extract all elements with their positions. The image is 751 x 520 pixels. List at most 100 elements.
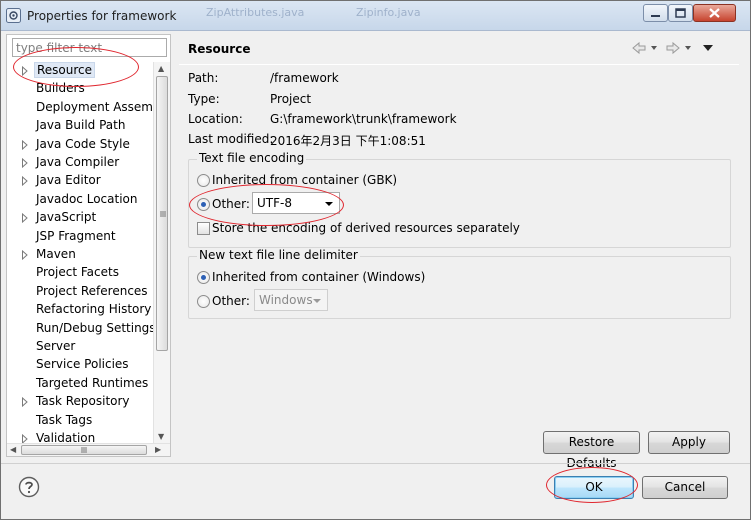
tree-item-label: Maven — [36, 247, 76, 261]
scroll-down-arrow-icon[interactable]: ▼ — [158, 432, 164, 442]
scroll-right-arrow-icon[interactable]: ▶ — [155, 445, 161, 455]
tree-item-label: Targeted Runtimes — [36, 376, 149, 390]
tree-item[interactable]: Maven — [7, 246, 153, 264]
background-tab: ZipAttributes.java — [206, 6, 305, 19]
delimiter-other-label[interactable]: Other: — [212, 294, 250, 308]
tree-item[interactable]: Java Build Path — [7, 117, 153, 135]
last-modified-value: 2016年2月3日 下午1:08:51 — [270, 134, 426, 148]
view-menu-icon[interactable] — [703, 45, 713, 51]
scroll-left-arrow-icon[interactable]: ◀ — [10, 445, 16, 455]
tree-item[interactable]: Javadoc Location — [7, 191, 153, 209]
grip-icon — [81, 447, 87, 453]
chevron-down-icon — [313, 299, 321, 303]
tree-item-label: Refactoring History — [36, 302, 152, 316]
tree-item[interactable]: Java Editor — [7, 172, 153, 190]
tree-item-label: Service Policies — [36, 357, 129, 371]
title-bar: Properties for framework ZipAttributes.j… — [1, 1, 750, 31]
forward-arrow-icon[interactable] — [666, 41, 680, 55]
encoding-inherited-radio[interactable] — [197, 174, 210, 187]
tree-item-label: Java Editor — [36, 173, 101, 187]
tree-item-label: Resource — [34, 62, 96, 78]
expand-arrow-icon[interactable] — [21, 158, 29, 168]
properties-dialog: Properties for framework ZipAttributes.j… — [0, 0, 751, 520]
tree-item[interactable]: Project References — [7, 283, 153, 301]
delimiter-other-radio[interactable] — [197, 295, 210, 308]
category-panel: Resource Builders Deployment Assembly Java … — [6, 34, 171, 457]
scroll-up-arrow-icon[interactable]: ▲ — [158, 64, 164, 74]
apply-button[interactable]: Apply — [648, 431, 730, 454]
encoding-select-value: UTF-8 — [257, 196, 292, 210]
encoding-other-radio[interactable] — [197, 198, 210, 211]
tree-item[interactable]: Targeted Runtimes — [7, 375, 153, 393]
tree-item-label: Run/Debug Settings — [36, 321, 153, 335]
tree-item[interactable]: Task Repository — [7, 393, 153, 411]
tree-item[interactable]: Service Policies — [7, 356, 153, 374]
tree-item-label: Builders — [36, 81, 85, 95]
filter-input[interactable] — [12, 38, 167, 57]
tree-item-label: Server — [36, 339, 76, 353]
tree-item[interactable]: Resource — [7, 62, 153, 80]
expand-arrow-icon[interactable] — [21, 140, 29, 150]
tree-item-label: Java Code Style — [36, 137, 130, 151]
help-icon[interactable] — [18, 476, 40, 498]
line-delimiter-group: New text file line delimiter Inherited f… — [188, 248, 731, 319]
tree-item[interactable]: JSP Fragment — [7, 228, 153, 246]
tree-item-label: Project References — [36, 284, 148, 298]
tree-item-label: Java Build Path — [36, 118, 126, 132]
tree-item[interactable]: Run/Debug Settings — [7, 320, 153, 338]
back-arrow-icon[interactable] — [632, 41, 646, 55]
expand-arrow-icon[interactable] — [21, 397, 29, 407]
store-encoding-checkbox[interactable] — [197, 222, 210, 235]
location-value: G:\framework\trunk\framework — [270, 112, 457, 126]
cancel-button[interactable]: Cancel — [642, 476, 728, 499]
grip-icon — [160, 211, 166, 217]
encoding-other-label[interactable]: Other: — [212, 197, 250, 211]
properties-icon — [6, 8, 21, 23]
tree-item[interactable]: Project Facets — [7, 264, 153, 282]
forward-dropdown-icon[interactable] — [685, 46, 691, 50]
maximize-button[interactable] — [668, 4, 693, 22]
title-separator — [179, 64, 739, 65]
tree-item[interactable]: Builders — [7, 80, 153, 98]
expand-arrow-icon[interactable] — [21, 250, 29, 260]
scrollbar-thumb[interactable] — [156, 76, 168, 351]
footer-separator — [1, 463, 750, 464]
close-window-button[interactable] — [693, 4, 736, 22]
tree-item[interactable]: Java Code Style — [7, 136, 153, 154]
encoding-inherited-label[interactable]: Inherited from container (GBK) — [212, 173, 397, 187]
expand-arrow-icon[interactable] — [21, 66, 29, 76]
type-value: Project — [270, 92, 312, 106]
store-encoding-label[interactable]: Store the encoding of derived resources … — [212, 221, 520, 235]
delimiter-select[interactable]: Windows — [254, 289, 328, 311]
tree-item[interactable]: Task Tags — [7, 412, 153, 430]
chevron-down-icon — [325, 202, 333, 206]
delimiter-inherited-label[interactable]: Inherited from container (Windows) — [212, 270, 425, 284]
tree-item-label: Java Compiler — [36, 155, 120, 169]
minimize-button[interactable] — [643, 4, 668, 22]
back-dropdown-icon[interactable] — [651, 46, 657, 50]
tree-item-label: JavaScript — [36, 210, 97, 224]
tree-item[interactable]: Validation — [7, 430, 153, 444]
tree-vertical-scrollbar[interactable]: ▲ ▼ — [153, 62, 170, 444]
encoding-select[interactable]: UTF-8 — [252, 192, 340, 214]
expand-arrow-icon[interactable] — [21, 176, 29, 186]
path-label: Path: — [188, 71, 219, 85]
tree-item[interactable]: Server — [7, 338, 153, 356]
expand-arrow-icon[interactable] — [21, 213, 29, 223]
tree-horizontal-scrollbar[interactable]: ◀ ▶ — [7, 443, 170, 456]
restore-defaults-button[interactable]: Restore Defaults — [543, 431, 640, 470]
minimize-icon — [651, 15, 660, 17]
tree-item[interactable]: JavaScript — [7, 209, 153, 227]
close-icon — [709, 8, 720, 18]
category-tree: Resource Builders Deployment Assembly Java … — [7, 62, 153, 444]
tree-item-label: Deployment Assembly — [36, 100, 153, 114]
tree-item[interactable]: Refactoring History — [7, 301, 153, 319]
tree-item[interactable]: Deployment Assembly — [7, 99, 153, 117]
line-delimiter-group-title: New text file line delimiter — [197, 248, 360, 262]
tree-item[interactable]: Java Compiler — [7, 154, 153, 172]
ok-button[interactable]: OK — [554, 476, 634, 499]
scrollbar-thumb[interactable] — [21, 445, 147, 455]
delimiter-inherited-radio[interactable] — [197, 271, 210, 284]
tree-item-label: Project Facets — [36, 265, 119, 279]
encoding-group: Text file encoding Inherited from contai… — [188, 151, 731, 248]
